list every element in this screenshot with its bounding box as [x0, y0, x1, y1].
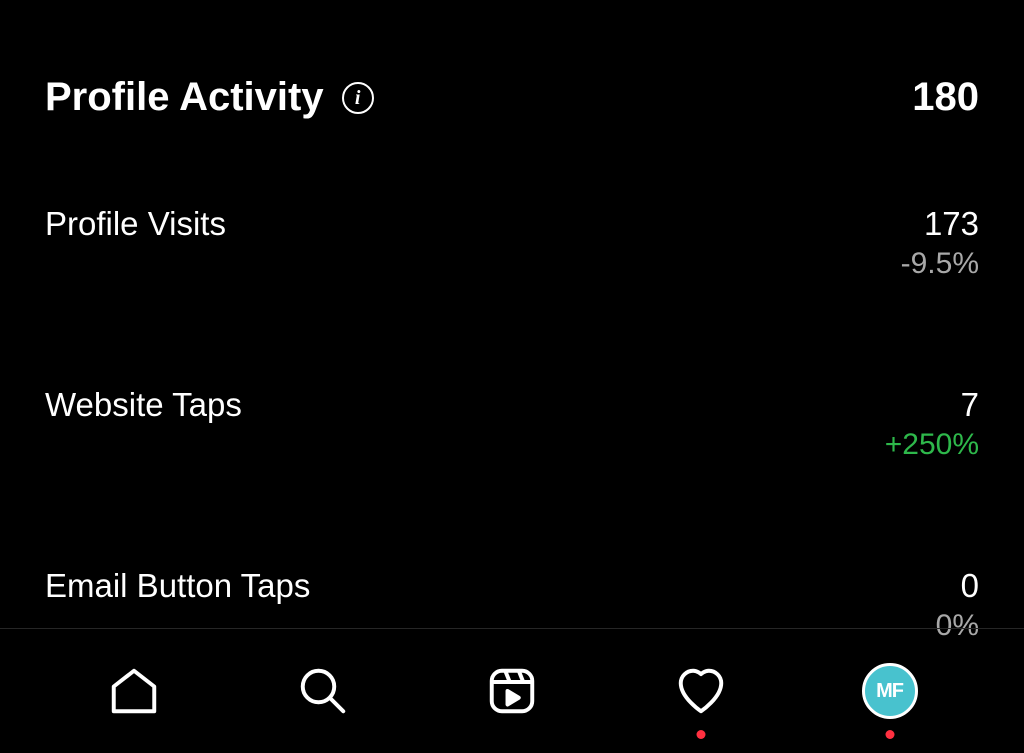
- metric-value: 7: [885, 386, 979, 424]
- search-icon: [296, 664, 350, 718]
- metric-change: +250%: [885, 428, 979, 462]
- section-header-left: Profile Activity i: [45, 75, 374, 120]
- metric-change: -9.5%: [901, 247, 979, 281]
- home-icon: [107, 664, 161, 718]
- nav-reels[interactable]: [482, 661, 542, 721]
- metric-value: 0: [936, 567, 979, 605]
- metric-row-profile-visits: Profile Visits 173 -9.5%: [45, 205, 979, 281]
- metric-row-website-taps: Website Taps 7 +250%: [45, 386, 979, 462]
- metric-label: Profile Visits: [45, 205, 226, 243]
- info-icon[interactable]: i: [342, 82, 374, 114]
- nav-search[interactable]: [293, 661, 353, 721]
- reels-icon: [485, 664, 539, 718]
- nav-home[interactable]: [104, 661, 164, 721]
- metric-value: 173: [901, 205, 979, 243]
- notification-dot: [885, 730, 894, 739]
- section-total-value: 180: [912, 75, 979, 120]
- section-title: Profile Activity: [45, 75, 324, 120]
- notification-dot: [696, 730, 705, 739]
- bottom-nav: MF: [0, 628, 1024, 753]
- nav-activity[interactable]: [671, 661, 731, 721]
- section-header-row: Profile Activity i 180: [45, 75, 979, 120]
- avatar: MF: [862, 663, 918, 719]
- metric-values: 7 +250%: [885, 386, 979, 462]
- metric-label: Email Button Taps: [45, 567, 310, 605]
- nav-profile[interactable]: MF: [860, 661, 920, 721]
- heart-icon: [674, 664, 728, 718]
- metric-values: 173 -9.5%: [901, 205, 979, 281]
- avatar-text: MF: [876, 680, 903, 703]
- metric-label: Website Taps: [45, 386, 242, 424]
- profile-activity-section: Profile Activity i 180 Profile Visits 17…: [0, 0, 1024, 643]
